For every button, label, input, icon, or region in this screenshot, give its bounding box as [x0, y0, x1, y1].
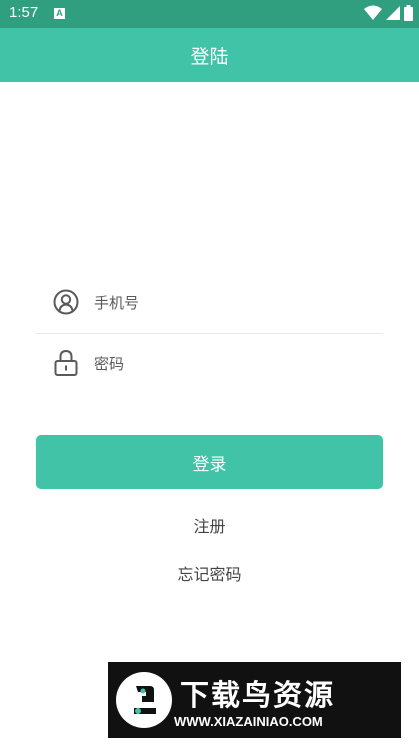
status-time: 1:57 — [9, 4, 39, 21]
watermark-title: 下载鸟资源 — [180, 677, 336, 712]
phone-field[interactable]: 手机号 — [36, 272, 383, 332]
notification-a-icon: A — [54, 8, 65, 19]
password-field[interactable]: 密码 — [36, 333, 383, 393]
app-bar: 登陆 — [0, 28, 419, 82]
wifi-icon — [364, 5, 382, 20]
user-avatar-icon — [52, 288, 80, 316]
register-label: 注册 — [193, 517, 226, 536]
password-input[interactable]: 密码 — [94, 353, 124, 374]
forgot-password-link[interactable]: 忘记密码 — [0, 561, 419, 585]
watermark-url: WWW.XIAZAINIAO.COM — [174, 713, 323, 729]
lock-icon — [52, 349, 80, 377]
phone-input[interactable]: 手机号 — [94, 292, 139, 313]
forgot-password-label: 忘记密码 — [177, 565, 242, 584]
status-bar: 1:57 A — [0, 0, 419, 28]
battery-icon — [404, 5, 413, 21]
login-button-label: 登录 — [192, 454, 227, 475]
login-button[interactable]: 登录 — [36, 435, 383, 489]
watermark-banner: 下载鸟资源 WWW.XIAZAINIAO.COM — [108, 662, 401, 738]
system-icons — [364, 5, 413, 21]
bird-logo-icon — [116, 672, 172, 728]
register-link[interactable]: 注册 — [0, 513, 419, 537]
cellular-signal-icon — [386, 6, 400, 20]
page-title: 登陆 — [190, 45, 229, 68]
